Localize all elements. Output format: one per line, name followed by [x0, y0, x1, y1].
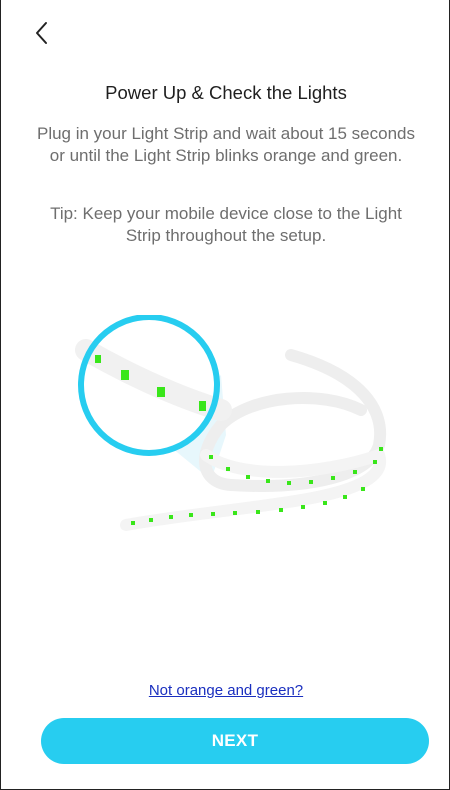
led — [131, 521, 135, 525]
led — [379, 447, 383, 451]
led — [323, 501, 327, 505]
led — [309, 480, 313, 484]
tip-text: Tip: Keep your mobile device close to th… — [50, 204, 402, 245]
led — [149, 518, 153, 522]
page-title: Power Up & Check the Lights — [105, 82, 347, 103]
led — [246, 475, 250, 479]
light-strip-illustration — [75, 315, 387, 531]
led — [373, 460, 377, 464]
chevron-left-icon — [36, 22, 47, 44]
led — [343, 495, 347, 499]
led — [266, 479, 270, 483]
led — [189, 513, 193, 517]
led — [233, 511, 237, 515]
led — [95, 355, 101, 363]
led — [169, 515, 173, 519]
setup-screen: Power Up & Check the Lights Plug in your… — [0, 0, 450, 790]
led — [301, 505, 305, 509]
led — [157, 387, 165, 397]
led — [287, 481, 291, 485]
led — [199, 401, 206, 411]
instruction-text: Plug in your Light Strip and wait about … — [36, 124, 416, 165]
led — [279, 508, 283, 512]
led — [331, 476, 335, 480]
led — [211, 512, 215, 516]
led — [121, 370, 129, 380]
led — [353, 470, 357, 474]
led — [226, 467, 230, 471]
back-button[interactable] — [27, 18, 57, 48]
next-button[interactable]: NEXT — [41, 718, 429, 764]
led — [256, 510, 260, 514]
not-orange-green-link[interactable]: Not orange and green? — [1, 682, 450, 699]
led — [209, 455, 213, 459]
led — [361, 487, 365, 491]
